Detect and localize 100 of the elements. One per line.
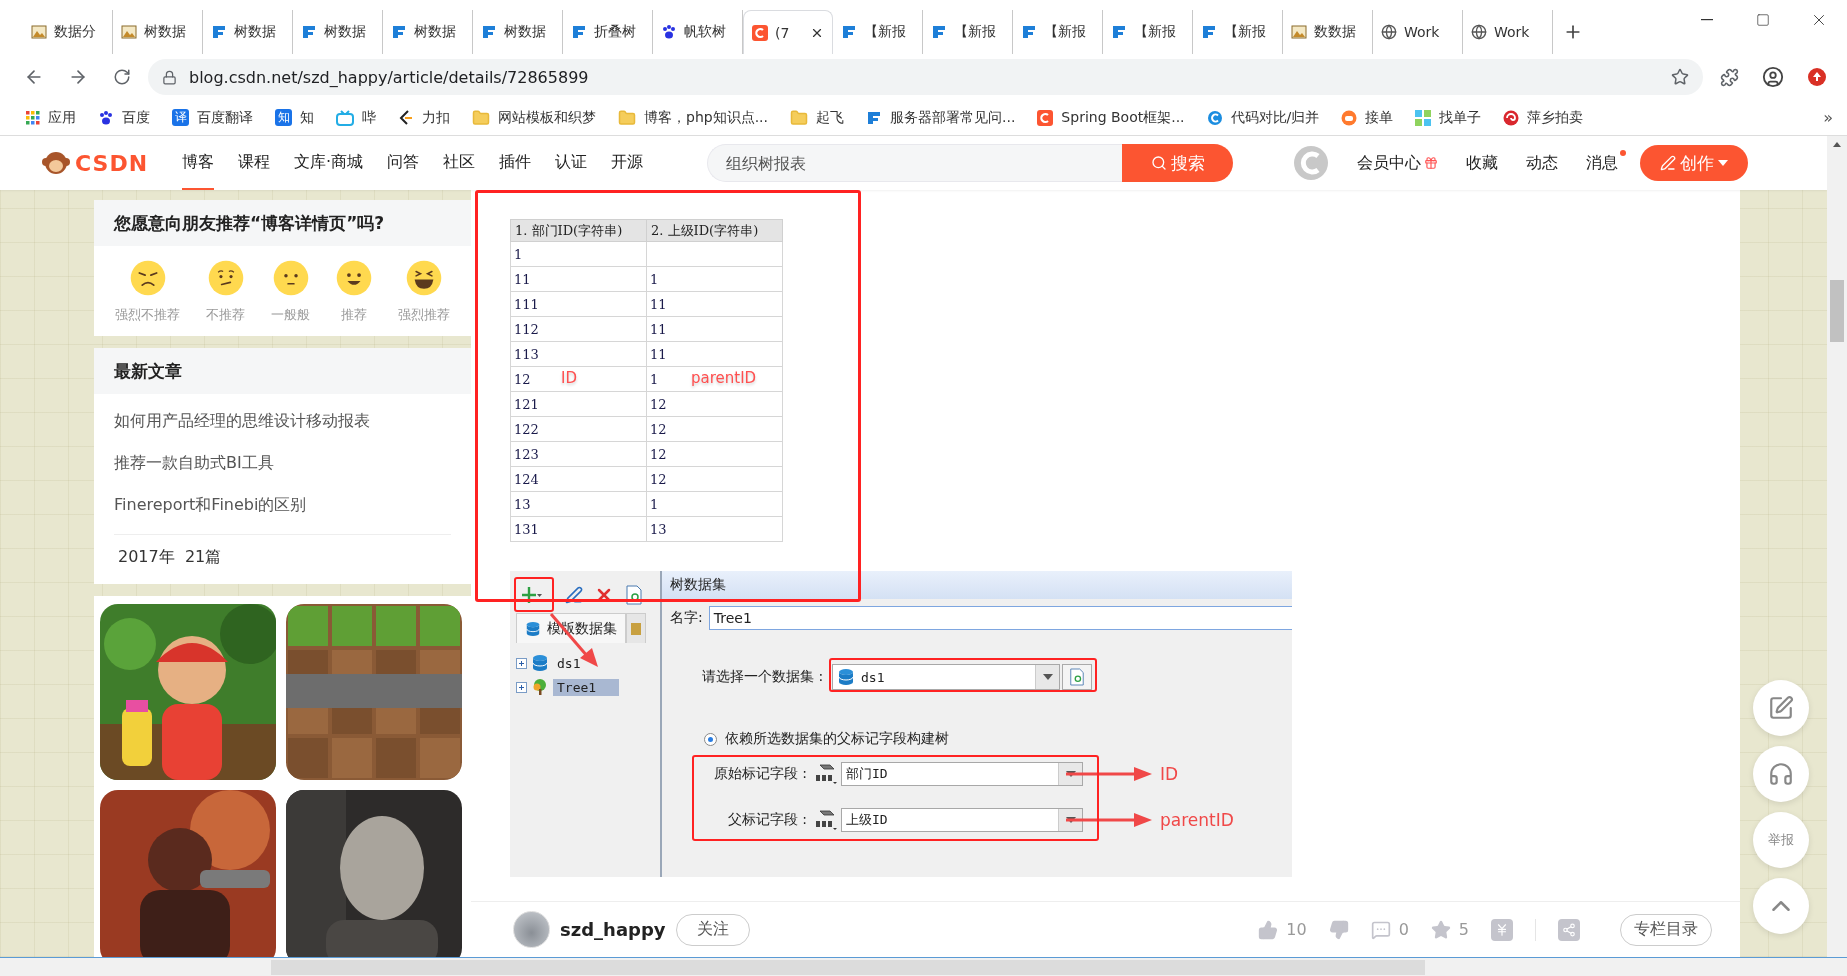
table-cell: 11 — [646, 291, 783, 317]
archive-link[interactable]: 2017年 21篇 — [94, 535, 471, 584]
table-cell: 12 — [646, 416, 783, 442]
article-link[interactable]: 如何用产品经理的思维设计移动报表 — [94, 400, 471, 442]
address-bar[interactable]: blog.csdn.net/szd_happy/article/details/72865899 — [148, 59, 1703, 95]
table-cell: 1 — [510, 241, 647, 267]
table-cell: 12 — [646, 391, 783, 417]
table-of-contents-button[interactable]: 专栏目录 — [1620, 913, 1712, 946]
nav-link[interactable]: 插件 — [499, 136, 532, 190]
panel-tab[interactable] — [626, 613, 646, 643]
star-icon[interactable] — [1430, 919, 1451, 940]
nav-link[interactable]: 课程 — [238, 136, 271, 190]
bookmark[interactable]: 服务器部署常见问... — [866, 108, 1016, 127]
bookmark[interactable]: 应用 — [26, 108, 76, 127]
nav-link[interactable]: 文库·商城 — [294, 136, 364, 190]
database-icon — [531, 654, 549, 672]
bookmark[interactable]: 博客，php知识点... — [618, 108, 768, 127]
tree-icon — [531, 678, 549, 696]
smiling-face-icon[interactable] — [336, 260, 372, 296]
nav-link[interactable]: 社区 — [443, 136, 476, 190]
paw-icon — [661, 24, 677, 40]
app-logo-icon — [1201, 24, 1217, 40]
table-cell: 13 — [510, 491, 647, 517]
table-cell: 1 — [646, 491, 783, 517]
app-logo-icon — [481, 24, 497, 40]
name-field[interactable]: Tree1 — [708, 606, 1292, 630]
apps-icon — [26, 110, 40, 125]
nav-link[interactable]: 认证 — [555, 136, 588, 190]
header-link[interactable]: 消息 — [1586, 152, 1619, 174]
header-link[interactable]: 收藏 — [1466, 152, 1499, 174]
bookmark[interactable]: 译 百度翻译 — [172, 108, 253, 127]
scrollbar-thumb[interactable] — [1830, 280, 1844, 342]
preview-button[interactable] — [1062, 664, 1092, 690]
table-cell: 1 parentID — [646, 366, 783, 392]
table-cell: 122 — [510, 416, 647, 442]
bookmark[interactable]: 知 知 — [275, 108, 314, 127]
field-label: 请选择一个数据集 : — [702, 668, 825, 686]
radio-label: 依赖所选数据集的父标记字段构建树 — [725, 730, 949, 748]
bookmark[interactable]: 网站模板和织梦 — [472, 108, 596, 127]
field-label: 原始标记字段 : — [712, 765, 807, 783]
bookmark-star-icon[interactable] — [1671, 68, 1689, 86]
bookmark[interactable]: Spring Boot框架... — [1037, 108, 1185, 127]
table-cell: 11 — [646, 316, 783, 342]
thumbs-up-icon[interactable] — [1258, 919, 1279, 940]
badge-icon: 知 — [275, 109, 292, 126]
table-cell: 13 — [646, 516, 783, 542]
horizontal-scrollbar[interactable] — [0, 957, 1847, 976]
thumbs-down-icon[interactable] — [1328, 919, 1349, 940]
worried-face-icon[interactable] — [207, 260, 244, 296]
angry-face-icon[interactable] — [129, 260, 166, 296]
yen-icon — [1495, 922, 1509, 937]
bookmark[interactable]: 萍乡拍卖 — [1503, 108, 1584, 127]
table-cell: 1 — [646, 266, 783, 292]
table-cell: 11 — [510, 266, 647, 292]
field-dropdown[interactable]: 部门ID — [841, 762, 1083, 786]
nav-link[interactable]: 问答 — [387, 136, 420, 190]
dialog-title: 树数据集 — [662, 571, 1292, 599]
author-name[interactable]: szd_happy — [560, 919, 666, 940]
vertical-scrollbar[interactable] — [1827, 136, 1847, 957]
bookmark[interactable]: 哔 — [336, 108, 376, 127]
tree-item[interactable]: Tree1 — [553, 678, 619, 696]
card-title: 最新文章 — [94, 348, 471, 394]
more-bookmarks-button[interactable]: » — [1823, 108, 1833, 127]
header-link[interactable]: 会员中心 — [1357, 152, 1439, 174]
globe-icon — [1471, 24, 1487, 40]
search-field[interactable]: 组织树报表 — [707, 144, 1123, 182]
nav-link[interactable]: 开源 — [611, 136, 644, 190]
bookmark[interactable]: 代码对比/归并 — [1206, 108, 1320, 127]
avatar[interactable] — [513, 911, 550, 948]
article-link[interactable]: Finereport和Finebi的区别 — [94, 484, 471, 526]
table-cell: 121 — [510, 391, 647, 417]
bookmark[interactable]: 百度 — [98, 108, 150, 127]
scrollbar-thumb[interactable] — [271, 959, 1425, 975]
table-cell: 12 — [646, 441, 783, 467]
bookmark[interactable]: 起飞 — [790, 108, 844, 127]
radio-button[interactable] — [704, 732, 717, 746]
bookmark[interactable]: 力扣 — [398, 108, 450, 127]
c-logo-icon — [752, 24, 768, 41]
count-text: 0 — [1398, 920, 1409, 939]
table-cell: 12 ID — [510, 366, 647, 392]
headphones-icon — [1768, 761, 1794, 787]
follow-button[interactable]: 关注 — [675, 913, 750, 946]
header-link[interactable]: 动态 — [1526, 152, 1559, 174]
rating-label: 不推荐 — [206, 306, 245, 324]
field-dropdown[interactable]: 上级ID — [841, 808, 1083, 832]
column-header: 1. 部门ID(字符串) — [510, 219, 647, 242]
dataset-dropdown[interactable]: ds1 — [832, 664, 1060, 690]
expand-icon[interactable] — [516, 681, 527, 693]
bookmark[interactable]: 接单 — [1341, 108, 1394, 127]
maximize-icon — [1756, 13, 1770, 27]
expand-icon[interactable] — [516, 657, 527, 669]
bookmark[interactable]: 找单子 — [1415, 108, 1482, 127]
tree-item[interactable]: ds1 — [553, 654, 585, 672]
article-link[interactable]: 推荐一款自助式BI工具 — [94, 442, 471, 484]
browser-tab[interactable]: (7 — [743, 10, 833, 54]
tv-icon — [336, 109, 354, 126]
pen-icon — [1660, 155, 1677, 171]
laughing-face-icon[interactable] — [406, 260, 442, 296]
neutral-face-icon[interactable] — [272, 260, 309, 296]
app-logo-icon — [301, 24, 317, 40]
